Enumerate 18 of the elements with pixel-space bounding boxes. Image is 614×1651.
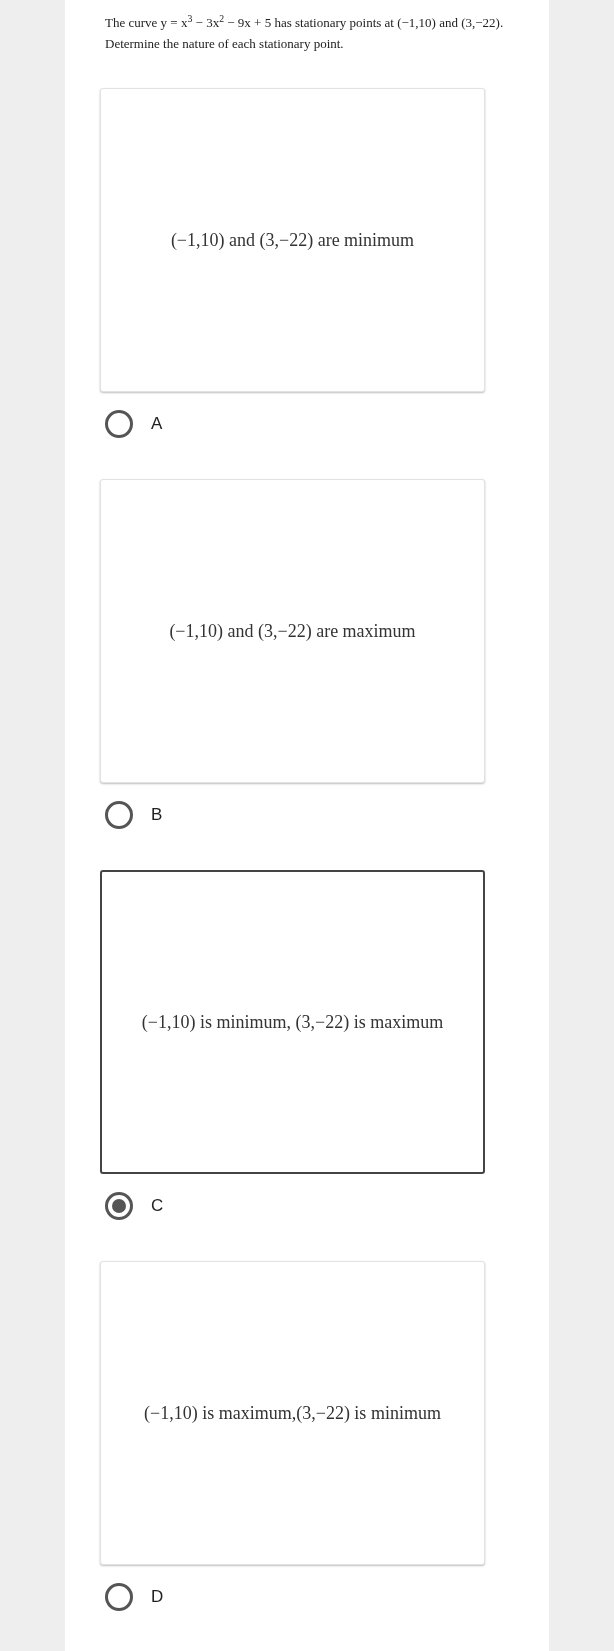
answer-text: (−1,10) is maximum,(3,−22) is minimum: [144, 1401, 441, 1425]
option-label: B: [151, 804, 163, 827]
radio-button[interactable]: [105, 410, 133, 438]
answer-card[interactable]: (−1,10) and (3,−22) are maximum: [100, 479, 485, 783]
option-label: A: [151, 413, 163, 436]
radio-button[interactable]: [105, 1583, 133, 1611]
answer-card[interactable]: (−1,10) is minimum, (3,−22) is maximum: [100, 870, 485, 1174]
answer-text: (−1,10) and (3,−22) are maximum: [169, 619, 416, 643]
answer-text: (−1,10) and (3,−22) are minimum: [170, 228, 415, 252]
answer-text: (−1,10) is minimum, (3,−22) is maximum: [141, 1010, 444, 1034]
question-text: The curve y = x$^{3}$ − 3x$^{2}$ − 9x + 5 has stationary points at (−1,10) and (3,−22).: [105, 12, 505, 32]
question-text: Determine the nature of each stationary point.: [105, 35, 345, 53]
radio-button[interactable]: [105, 1192, 133, 1220]
option-label: D: [151, 1586, 164, 1609]
option-label: C: [151, 1195, 164, 1218]
answer-card[interactable]: (−1,10) is maximum,(3,−22) is minimum: [100, 1261, 485, 1565]
answer-card[interactable]: (−1,10) and (3,−22) are minimum: [100, 88, 485, 392]
radio-button[interactable]: [105, 801, 133, 829]
